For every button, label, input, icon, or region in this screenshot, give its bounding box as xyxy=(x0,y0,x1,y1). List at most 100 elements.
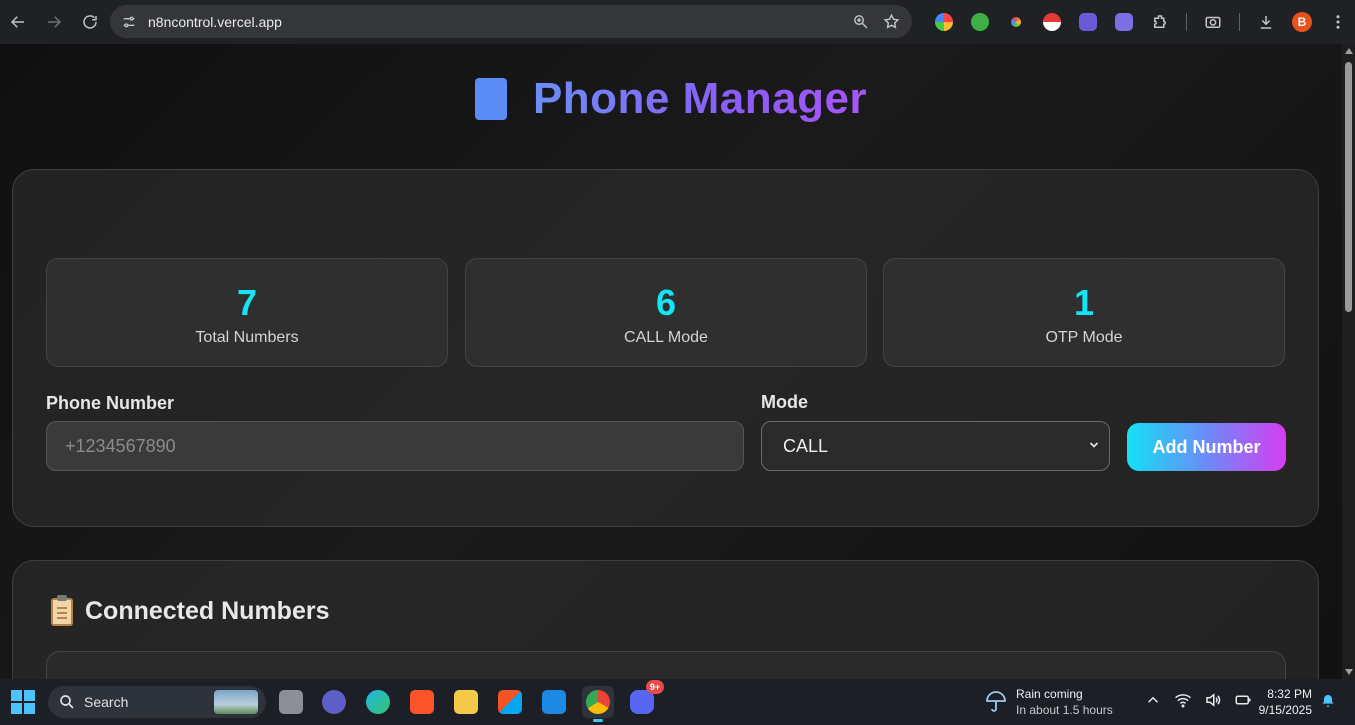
battery-icon[interactable] xyxy=(1234,691,1252,709)
color-wheel-icon xyxy=(935,13,953,31)
weather-widget[interactable]: Rain coming In about 1.5 hours xyxy=(984,687,1113,717)
search-icon xyxy=(60,695,74,709)
downloads-button[interactable] xyxy=(1248,0,1284,44)
url-text[interactable]: n8ncontrol.vercel.app xyxy=(148,14,282,30)
back-button[interactable] xyxy=(0,0,36,44)
extensions-bar: B xyxy=(926,0,1355,44)
page-title: Phone Manager xyxy=(532,74,868,123)
scrollbar-thumb[interactable] xyxy=(1345,62,1352,312)
clipboard-icon xyxy=(51,594,73,626)
section-title: Connected Numbers xyxy=(85,597,330,625)
more-vertical-icon xyxy=(1336,15,1340,29)
video-call-icon xyxy=(322,690,346,714)
windows-logo-icon xyxy=(11,690,22,701)
extension-bulb[interactable] xyxy=(962,0,998,44)
brave-lion-icon xyxy=(410,690,434,714)
zoom-icon[interactable] xyxy=(852,13,869,30)
toolbar-divider xyxy=(1239,13,1240,31)
stat-label: Total Numbers xyxy=(195,329,299,346)
page-scrollbar[interactable] xyxy=(1342,44,1355,679)
page-content: Phone Manager 7 Total Numbers 6 CALL Mod… xyxy=(0,44,1342,679)
weather-subtitle: In about 1.5 hours xyxy=(1016,703,1113,717)
stat-value: 1 xyxy=(1073,282,1095,323)
notification-bell-icon[interactable] xyxy=(1320,693,1336,709)
add-number-card: 7 Total Numbers 6 CALL Mode 1 OTP Mode P… xyxy=(12,169,1319,527)
phone-number-input[interactable] xyxy=(46,421,744,471)
stat-value: 6 xyxy=(655,282,677,323)
bookmark-star-icon[interactable] xyxy=(883,13,900,30)
weather-title: Rain coming xyxy=(1016,687,1083,701)
download-icon xyxy=(1260,16,1272,29)
reload-icon xyxy=(83,15,97,29)
phone-number-label: Phone Number xyxy=(46,393,175,413)
stack-icon xyxy=(1115,13,1133,31)
search-highlight-image xyxy=(214,690,258,714)
pokeball-icon xyxy=(1043,13,1061,31)
taskbar-clock[interactable]: 8:32 PM 9/15/2025 xyxy=(1254,686,1312,718)
browser-toolbar: n8ncontrol.vercel.app B xyxy=(0,0,1355,44)
connected-numbers-header: Connected Numbers xyxy=(51,594,330,626)
clock-date: 9/15/2025 xyxy=(1258,703,1312,717)
taskbar-file-explorer[interactable] xyxy=(450,686,482,718)
avatar: B xyxy=(1292,12,1312,32)
stat-total-numbers: 7 Total Numbers xyxy=(46,258,448,367)
folder-icon xyxy=(454,690,478,714)
lightbulb-icon xyxy=(971,13,989,31)
connected-numbers-card: Connected Numbers xyxy=(12,560,1319,679)
taskbar-edge[interactable] xyxy=(362,686,394,718)
address-bar[interactable]: n8ncontrol.vercel.app xyxy=(110,5,912,38)
arrow-left-icon xyxy=(10,16,24,28)
umbrella-rain-icon xyxy=(986,691,1006,712)
camera-icon xyxy=(1205,16,1221,28)
browser-menu-button[interactable] xyxy=(1320,0,1355,44)
volume-icon[interactable] xyxy=(1204,691,1222,709)
mode-selected-value: CALL xyxy=(783,435,829,456)
vscode-icon xyxy=(542,690,566,714)
stat-call-mode: 6 CALL Mode xyxy=(465,258,867,367)
scroll-up-arrow[interactable] xyxy=(1345,48,1353,54)
reload-button[interactable] xyxy=(72,0,108,44)
active-indicator xyxy=(593,719,603,722)
taskbar-meet-app[interactable] xyxy=(318,686,350,718)
search-label: Search xyxy=(84,694,129,710)
stat-label: OTP Mode xyxy=(1045,329,1123,346)
extension-color-wheel[interactable] xyxy=(926,0,962,44)
taskbar-search[interactable]: Search xyxy=(48,686,266,718)
numbers-list xyxy=(46,651,1286,679)
extension-gear[interactable] xyxy=(1070,0,1106,44)
chevron-down-icon xyxy=(1089,442,1099,448)
puzzle-icon xyxy=(1154,15,1166,28)
store-bag-icon xyxy=(498,690,522,714)
mode-select[interactable]: CALL xyxy=(761,421,1110,471)
extension-stack[interactable] xyxy=(1106,0,1142,44)
extension-pokeball[interactable] xyxy=(1034,0,1070,44)
task-view-icon xyxy=(279,690,303,714)
system-tray xyxy=(1144,691,1252,709)
arrow-right-icon xyxy=(48,16,62,28)
extension-ring[interactable] xyxy=(998,0,1034,44)
clock-time: 8:32 PM xyxy=(1267,687,1312,701)
profile-button[interactable]: B xyxy=(1284,0,1320,44)
screenshot-button[interactable] xyxy=(1195,0,1231,44)
notification-badge: 9+ xyxy=(646,680,664,694)
chrome-icon xyxy=(586,690,610,714)
forward-button[interactable] xyxy=(36,0,72,44)
stat-label: CALL Mode xyxy=(624,329,708,346)
taskbar-discord[interactable]: 9+ xyxy=(626,680,664,718)
scroll-down-arrow[interactable] xyxy=(1345,669,1353,675)
start-button[interactable] xyxy=(11,690,35,714)
taskbar-chrome[interactable] xyxy=(582,686,614,722)
gear-icon xyxy=(1079,13,1097,31)
task-view-button[interactable] xyxy=(275,686,307,718)
taskbar-vscode[interactable] xyxy=(538,686,570,718)
add-number-button[interactable]: Add Number xyxy=(1127,423,1286,471)
wifi-icon[interactable] xyxy=(1174,691,1192,709)
extensions-menu[interactable] xyxy=(1142,0,1178,44)
site-settings-icon[interactable] xyxy=(114,14,144,30)
taskbar-store[interactable] xyxy=(494,686,526,718)
toolbar-divider xyxy=(1186,13,1187,31)
taskbar-brave[interactable] xyxy=(406,686,438,718)
chevron-up-icon[interactable] xyxy=(1144,691,1162,709)
ring-icon xyxy=(1007,13,1025,31)
mode-label: Mode xyxy=(761,392,808,412)
